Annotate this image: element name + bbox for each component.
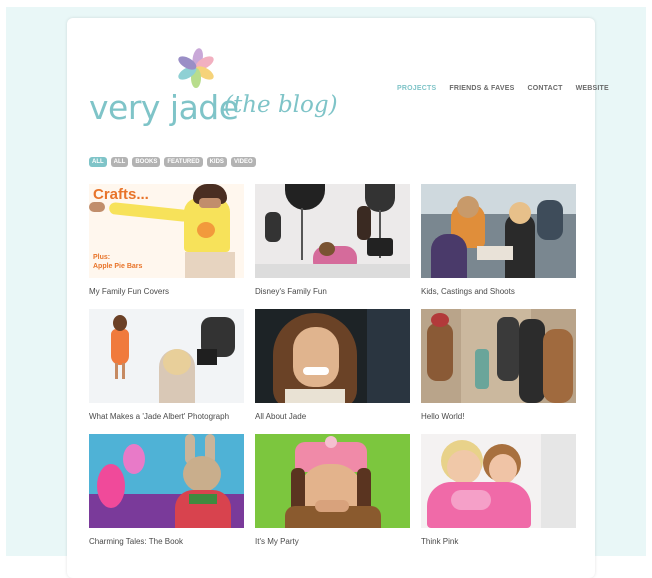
flower-logo-icon bbox=[178, 48, 214, 88]
filter-featured[interactable]: FEATURED bbox=[164, 157, 203, 167]
project-thumbnail[interactable]: Crafts... Plus: Apple Pie Bars bbox=[89, 184, 244, 278]
cover-title: Crafts... bbox=[93, 186, 149, 203]
project-thumbnail[interactable] bbox=[421, 434, 576, 528]
filter-kids[interactable]: KIDS bbox=[206, 157, 227, 167]
filter-video[interactable]: VIDEO bbox=[230, 157, 256, 167]
filter-books[interactable]: BOOKS bbox=[132, 157, 161, 167]
project-thumbnail[interactable] bbox=[255, 309, 410, 403]
nav-contact[interactable]: CONTACT bbox=[527, 85, 562, 92]
project-title[interactable]: All About Jade bbox=[255, 412, 410, 421]
project-tile[interactable]: Charming Tales: The Book bbox=[89, 434, 244, 546]
project-title[interactable]: It's My Party bbox=[255, 537, 410, 546]
project-title[interactable]: Disney's Family Fun bbox=[255, 287, 410, 296]
cover-plus: Plus: bbox=[93, 254, 111, 261]
project-tile[interactable]: Disney's Family Fun bbox=[255, 184, 410, 296]
project-title[interactable]: Hello World! bbox=[421, 412, 576, 421]
logo-subtitle: (the blog) bbox=[224, 92, 338, 118]
project-thumbnail[interactable] bbox=[89, 309, 244, 403]
nav-friends-faves[interactable]: FRIENDS & FAVES bbox=[449, 85, 514, 92]
main-nav: PROJECTS FRIENDS & FAVES CONTACT WEBSITE bbox=[397, 85, 609, 92]
project-title[interactable]: Kids, Castings and Shoots bbox=[421, 287, 576, 296]
project-title[interactable]: Charming Tales: The Book bbox=[89, 537, 244, 546]
project-thumbnail[interactable] bbox=[421, 309, 576, 403]
site-logo[interactable]: very jade (the blog) bbox=[89, 46, 338, 136]
project-tile[interactable]: Hello World! bbox=[421, 309, 576, 421]
category-filters: ALL ALL BOOKS FEATURED KIDS VIDEO bbox=[89, 157, 256, 167]
project-thumbnail[interactable] bbox=[89, 434, 244, 528]
project-tile[interactable]: All About Jade bbox=[255, 309, 410, 421]
nav-projects[interactable]: PROJECTS bbox=[397, 85, 436, 92]
project-tile[interactable]: Crafts... Plus: Apple Pie Bars My Family… bbox=[89, 184, 244, 296]
filter-all-2[interactable]: ALL bbox=[110, 157, 129, 167]
logo-wordmark: very jade bbox=[89, 88, 239, 127]
project-tile[interactable]: Kids, Castings and Shoots bbox=[421, 184, 576, 296]
project-thumbnail[interactable] bbox=[255, 184, 410, 278]
project-tile[interactable]: Think Pink bbox=[421, 434, 576, 546]
project-tile[interactable]: It's My Party bbox=[255, 434, 410, 546]
project-title[interactable]: Think Pink bbox=[421, 537, 576, 546]
project-title[interactable]: What Makes a 'Jade Albert' Photograph bbox=[89, 412, 244, 421]
filter-all[interactable]: ALL bbox=[89, 157, 107, 167]
blog-container: very jade (the blog) PROJECTS FRIENDS & … bbox=[67, 18, 609, 578]
project-thumbnail[interactable] bbox=[421, 184, 576, 278]
cover-line: Apple Pie Bars bbox=[93, 263, 143, 270]
nav-website[interactable]: WEBSITE bbox=[576, 85, 609, 92]
project-tile[interactable]: What Makes a 'Jade Albert' Photograph bbox=[89, 309, 244, 421]
project-title[interactable]: My Family Fun Covers bbox=[89, 287, 244, 296]
project-thumbnail[interactable] bbox=[255, 434, 410, 528]
